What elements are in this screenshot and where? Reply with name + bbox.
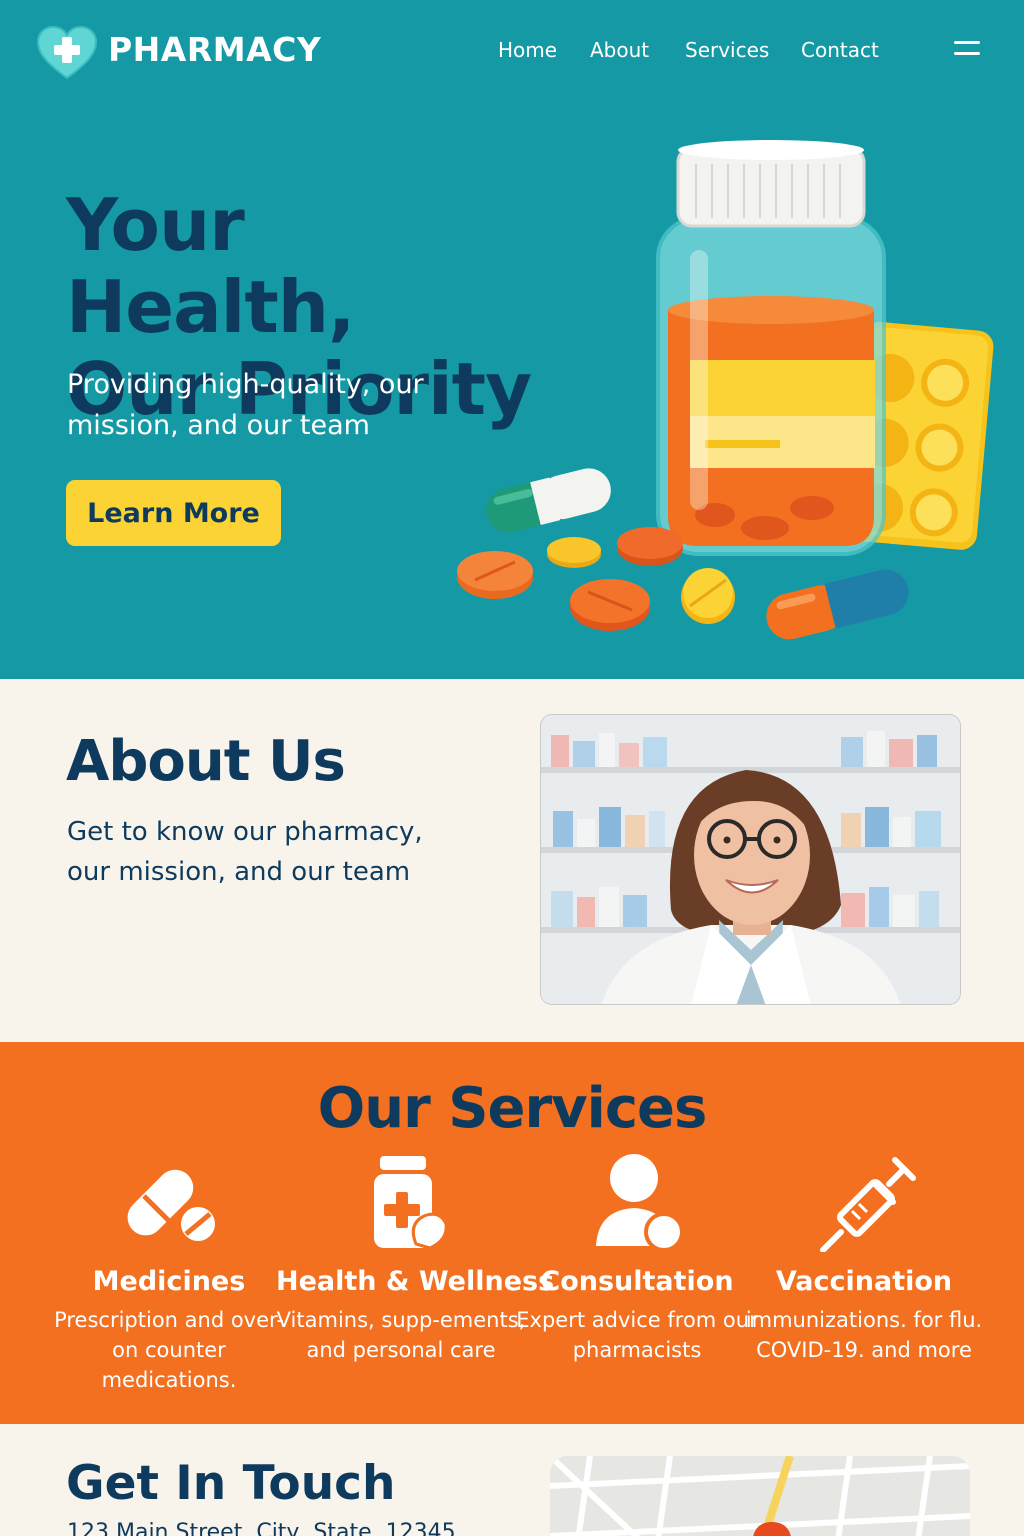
service-name: Health & Wellness <box>276 1266 555 1297</box>
hero-section: PHARMACY Home About Services Contact You… <box>0 0 1024 679</box>
service-card-consultation[interactable]: Consultation Expert advice from our phar… <box>512 1152 762 1365</box>
contact-section: Get In Touch 123 Main Street, City, Stat… <box>0 1424 1024 1536</box>
hero-title-line-1: Your Health, <box>66 183 355 349</box>
heart-cross-logo-icon[interactable] <box>36 26 98 80</box>
pharmacist-photo <box>540 714 961 1005</box>
learn-more-button[interactable]: Learn More <box>66 480 281 546</box>
nav-link-home[interactable]: Home <box>498 38 557 62</box>
map-image <box>550 1456 970 1536</box>
nav-link-about[interactable]: About <box>590 38 649 62</box>
top-navigation: PHARMACY Home About Services Contact <box>0 0 1024 100</box>
services-section: Our Services Medicines Prescription and … <box>0 1042 1024 1424</box>
hero-subtitle: Providing high-quality, our mission, and… <box>67 369 424 441</box>
service-description: immunizations. for flu. COVID-19. and mo… <box>745 1308 983 1362</box>
nav-link-contact[interactable]: Contact <box>801 38 879 62</box>
service-card-medicines[interactable]: Medicines Prescription and over-on count… <box>44 1152 294 1395</box>
about-section: About Us Get to know our pharmacy, our m… <box>0 679 1024 1042</box>
service-name: Vaccination <box>775 1266 953 1297</box>
medicine-bottle-icon <box>374 1156 448 1250</box>
contact-title: Get In Touch <box>66 1456 396 1511</box>
about-title: About Us <box>66 729 346 794</box>
medicine-bottle-and-pills-illustration <box>457 140 994 640</box>
service-card-health-wellness[interactable]: Health & Wellness Vitamins, supp-ements,… <box>276 1152 555 1365</box>
person-icon <box>596 1154 684 1252</box>
location-map[interactable] <box>550 1456 970 1536</box>
about-description: Get to know our pharmacy, our mission, a… <box>67 817 423 887</box>
service-description: Vitamins, supp-ements, and personal care <box>276 1308 526 1362</box>
service-description: Prescription and over-on counter medicat… <box>54 1308 284 1392</box>
service-card-vaccination[interactable]: Vaccination immunizations. for flu. COVI… <box>739 1152 989 1365</box>
services-title: Our Services <box>317 1076 708 1141</box>
hamburger-menu-icon[interactable] <box>954 38 982 60</box>
pharmacist-portrait-image <box>541 715 960 1004</box>
service-description: Expert advice from our pharmacists <box>516 1308 758 1362</box>
nav-link-services[interactable]: Services <box>685 38 769 62</box>
pill-icon <box>127 1169 215 1241</box>
service-name: Consultation <box>540 1266 734 1297</box>
service-name: Medicines <box>92 1266 246 1297</box>
brand-name[interactable]: PHARMACY <box>108 30 321 69</box>
contact-address: 123 Main Street, City, State, 12345 <box>67 1520 456 1536</box>
syringe-icon <box>820 1157 916 1252</box>
